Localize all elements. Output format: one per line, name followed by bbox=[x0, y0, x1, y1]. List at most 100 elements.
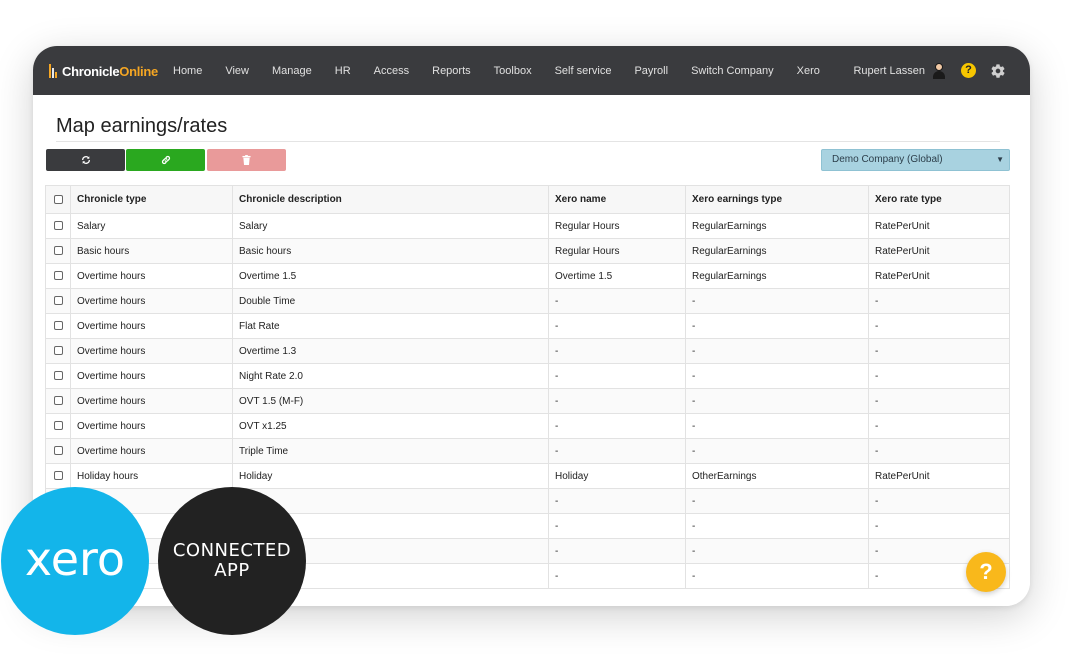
table-row[interactable]: Basic hours Basic hours Regular Hours Regul… bbox=[45, 238, 1010, 264]
cell-xero-earnings-type: - bbox=[685, 413, 869, 439]
link-mapping-button[interactable] bbox=[126, 149, 205, 171]
cell-xero-name: - bbox=[548, 438, 686, 464]
cell-chronicle-description: Night Rate 2.0 bbox=[232, 363, 549, 389]
nav-item-self-service[interactable]: Self service bbox=[555, 65, 612, 77]
table-row[interactable]: Overtime hours OVT 1.5 (M-F) - - - bbox=[45, 388, 1010, 414]
cell-chronicle-description: Basic hours bbox=[232, 238, 549, 264]
cell-xero-name: - bbox=[548, 563, 686, 589]
cell-chronicle-type: Overtime hours bbox=[70, 413, 233, 439]
row-checkbox-cell bbox=[45, 213, 71, 239]
row-checkbox-cell bbox=[45, 288, 71, 314]
refresh-icon bbox=[81, 156, 90, 164]
col-xero-name[interactable]: Xero name bbox=[548, 185, 686, 214]
user-avatar-icon[interactable] bbox=[931, 62, 947, 79]
cell-chronicle-description: OVT x1.25 bbox=[232, 413, 549, 439]
row-checkbox[interactable] bbox=[53, 446, 63, 456]
cell-chronicle-description: Double Time bbox=[232, 288, 549, 314]
cell-xero-name: - bbox=[548, 538, 686, 564]
connected-app-badge: CONNECTED APP bbox=[158, 487, 306, 635]
chronicle-online-logo[interactable]: ChronicleOnline bbox=[49, 62, 158, 80]
cell-xero-earnings-type: RegularEarnings bbox=[685, 213, 869, 239]
row-checkbox-cell bbox=[45, 338, 71, 364]
logo-text: ChronicleOnline bbox=[62, 64, 158, 79]
nav-item-toolbox[interactable]: Toolbox bbox=[494, 65, 532, 77]
nav-item-switch-company[interactable]: Switch Company bbox=[691, 65, 774, 77]
cell-chronicle-type: Basic hours bbox=[70, 238, 233, 264]
row-checkbox[interactable] bbox=[53, 221, 63, 231]
help-icon[interactable]: ? bbox=[961, 63, 976, 78]
row-checkbox-cell bbox=[45, 363, 71, 389]
cell-xero-name: - bbox=[548, 313, 686, 339]
cell-xero-rate-type: - bbox=[868, 288, 1010, 314]
col-xero-earnings-type[interactable]: Xero earnings type bbox=[685, 185, 869, 214]
nav-item-view[interactable]: View bbox=[225, 65, 249, 77]
row-checkbox-cell bbox=[45, 463, 71, 489]
cell-xero-name: Regular Hours bbox=[548, 213, 686, 239]
table-row[interactable]: Overtime hours Flat Rate - - - bbox=[45, 313, 1010, 339]
row-checkbox[interactable] bbox=[53, 271, 63, 281]
cell-xero-name: - bbox=[548, 513, 686, 539]
table-row[interactable]: Overtime hours Overtime 1.5 Overtime 1.5 Re… bbox=[45, 263, 1010, 289]
table-row[interactable]: Salary Salary Regular Hours RegularEarnings… bbox=[45, 213, 1010, 239]
cell-xero-name: - bbox=[548, 288, 686, 314]
refresh-button[interactable] bbox=[46, 149, 125, 171]
table-row[interactable]: Overtime hours OVT x1.25- - - bbox=[45, 413, 1010, 439]
table-row[interactable]: Overtime hours Overtime 1.3- - - bbox=[45, 338, 1010, 364]
chevron-down-icon: ▼ bbox=[996, 155, 1004, 164]
cell-xero-earnings-type: - bbox=[685, 488, 869, 514]
table-row[interactable]: Overtime hours Double Time - - - bbox=[45, 288, 1010, 314]
nav-item-hr[interactable]: HR bbox=[335, 65, 351, 77]
link-icon bbox=[161, 155, 170, 165]
user-name[interactable]: Rupert Lassen bbox=[853, 65, 925, 77]
company-select[interactable]: Demo Company (Global) ▼ bbox=[821, 149, 1010, 171]
cell-xero-name: - bbox=[548, 388, 686, 414]
nav-item-access[interactable]: Access bbox=[374, 65, 409, 77]
select-all-checkbox[interactable] bbox=[53, 194, 63, 204]
col-chronicle-description[interactable]: Chronicle description bbox=[232, 185, 549, 214]
nav-item-xero[interactable]: Xero bbox=[797, 65, 820, 77]
row-checkbox[interactable] bbox=[53, 396, 63, 406]
page-title: Map earnings/rates bbox=[56, 115, 228, 137]
floating-help-button[interactable]: ? bbox=[966, 552, 1006, 592]
cell-chronicle-description: Overtime 1.3 bbox=[232, 338, 549, 364]
cell-chronicle-type: Overtime hours bbox=[70, 288, 233, 314]
table-row[interactable]: Overtime hours Triple Time - - - bbox=[45, 438, 1010, 464]
row-checkbox[interactable] bbox=[53, 246, 63, 256]
row-checkbox[interactable] bbox=[53, 346, 63, 356]
cell-xero-earnings-type: - bbox=[685, 338, 869, 364]
xero-logo-text: xero bbox=[25, 532, 125, 586]
col-chronicle-type[interactable]: Chronicle type bbox=[70, 185, 233, 214]
row-checkbox[interactable] bbox=[53, 421, 63, 431]
title-divider bbox=[56, 141, 1000, 142]
nav-item-reports[interactable]: Reports bbox=[432, 65, 471, 77]
cell-xero-earnings-type: - bbox=[685, 288, 869, 314]
row-checkbox[interactable] bbox=[53, 296, 63, 306]
cell-xero-earnings-type: - bbox=[685, 538, 869, 564]
cell-xero-rate-type: - bbox=[868, 313, 1010, 339]
row-checkbox[interactable] bbox=[53, 321, 63, 331]
connected-badge-line1: CONNECTED bbox=[172, 540, 292, 561]
row-checkbox[interactable] bbox=[53, 471, 63, 481]
cell-chronicle-type: Salary bbox=[70, 213, 233, 239]
cell-chronicle-type: Overtime hours bbox=[70, 363, 233, 389]
delete-button[interactable] bbox=[207, 149, 286, 171]
table-row[interactable]: Holiday hours Holiday Holiday OtherEarnings… bbox=[45, 463, 1010, 489]
nav-item-home[interactable]: Home bbox=[173, 65, 202, 77]
col-xero-rate-type[interactable]: Xero rate type bbox=[868, 185, 1010, 214]
nav-item-manage[interactable]: Manage bbox=[272, 65, 312, 77]
xero-logo: xero bbox=[25, 532, 125, 586]
cell-chronicle-type: Overtime hours bbox=[70, 438, 233, 464]
connected-badge-line2: APP bbox=[214, 560, 250, 581]
cell-chronicle-description: OVT 1.5 (M-F) bbox=[232, 388, 549, 414]
row-checkbox-cell bbox=[45, 263, 71, 289]
cell-chronicle-type: Holiday hours bbox=[70, 463, 233, 489]
cell-xero-name: Holiday bbox=[548, 463, 686, 489]
cell-xero-earnings-type: - bbox=[685, 313, 869, 339]
gear-icon[interactable] bbox=[990, 63, 1006, 79]
select-all-cell bbox=[45, 185, 71, 214]
nav-item-payroll[interactable]: Payroll bbox=[634, 65, 668, 77]
cell-xero-rate-type: - bbox=[868, 438, 1010, 464]
table-row[interactable]: Overtime hours Night Rate 2.0- - - bbox=[45, 363, 1010, 389]
row-checkbox[interactable] bbox=[53, 371, 63, 381]
cell-xero-rate-type: - bbox=[868, 363, 1010, 389]
